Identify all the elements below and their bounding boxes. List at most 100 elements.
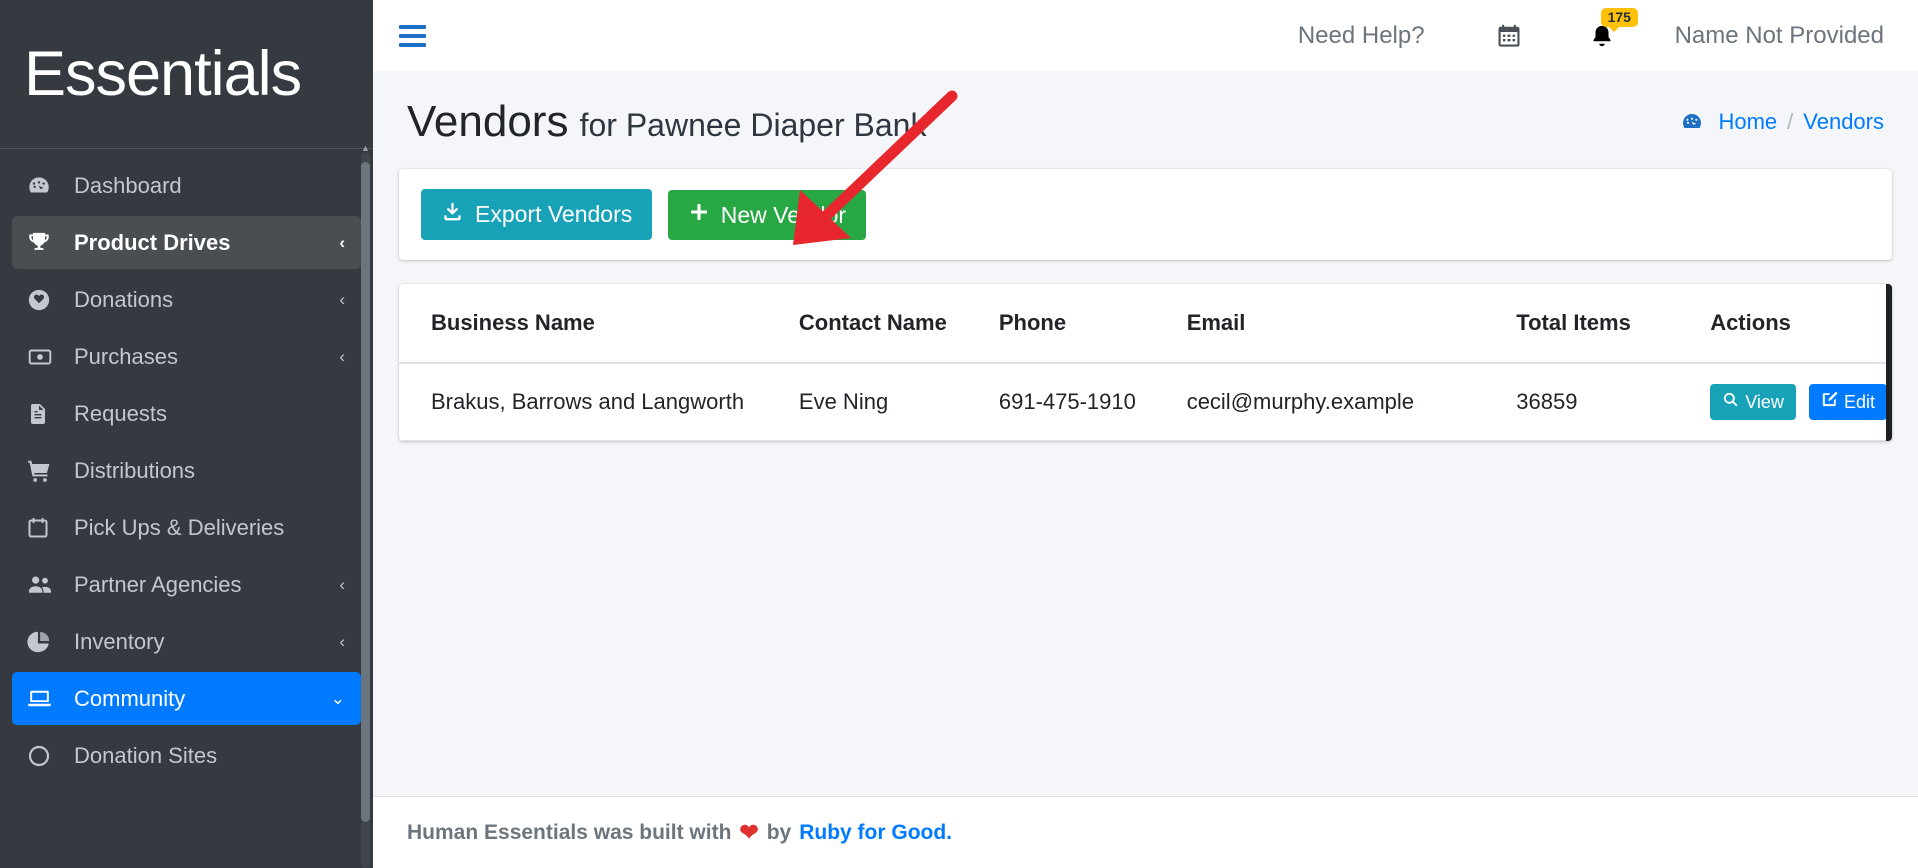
column-header-contact-name[interactable]: Contact Name — [798, 284, 999, 364]
footer-by: by — [766, 820, 792, 844]
table-header-row: Business Name Contact Name Phone Email T… — [399, 284, 1892, 364]
app-root: Essentials Dashboard Product Drives ‹ Do… — [0, 0, 1918, 868]
page-footer: Human Essentials was built with ❤ by Rub… — [373, 796, 1918, 868]
sidebar-item-requests[interactable]: Requests — [12, 387, 361, 440]
cell-phone: 691-475-1910 — [998, 363, 1187, 441]
sidebar-item-purchases[interactable]: Purchases ‹ — [12, 330, 361, 383]
user-name-menu[interactable]: Name Not Provided — [1675, 22, 1884, 50]
chevron-down-icon: ⌄ — [330, 688, 345, 708]
notification-count-badge: 175 — [1600, 7, 1638, 33]
sidebar-item-distributions[interactable]: Distributions — [12, 444, 361, 497]
table-row: Brakus, Barrows and Langworth Eve Ning 6… — [399, 363, 1892, 441]
content-header: Vendors for Pawnee Diaper Bank Home / Ve… — [373, 71, 1918, 169]
sidebar: Essentials Dashboard Product Drives ‹ Do… — [0, 0, 373, 868]
export-vendors-label: Export Vendors — [475, 201, 633, 227]
chevron-left-icon: ‹ — [339, 574, 345, 594]
chevron-left-icon: ‹ — [339, 631, 345, 651]
top-navbar: Need Help? 175 Name Not Provided — [373, 0, 1918, 71]
table-body: Brakus, Barrows and Langworth Eve Ning 6… — [399, 363, 1892, 441]
breadcrumb: Home / Vendors — [1680, 109, 1884, 135]
main-area: Need Help? 175 Name Not Provided Vendors… — [373, 0, 1918, 868]
new-vendor-label: New Vendor — [720, 201, 847, 228]
sidebar-item-community[interactable]: Community ⌄ — [12, 672, 361, 725]
shopping-cart-icon — [26, 458, 60, 484]
circle-icon — [26, 743, 60, 769]
cell-email: cecil@murphy.example — [1186, 363, 1517, 441]
sidebar-item-label: Requests — [74, 400, 167, 426]
sidebar-item-label: Pick Ups & Deliveries — [74, 514, 285, 540]
vendors-table: Business Name Contact Name Phone Email T… — [399, 284, 1892, 441]
new-vendor-button[interactable]: New Vendor — [667, 190, 867, 240]
sidebar-item-label: Product Drives — [74, 229, 231, 255]
page-title-suffix: for Pawnee Diaper Bank — [579, 107, 927, 143]
topbar-right-group: Need Help? 175 Name Not Provided — [1298, 7, 1884, 50]
notifications-bell-icon[interactable]: 175 — [1589, 7, 1638, 50]
sidebar-item-donation-sites[interactable]: Donation Sites — [12, 729, 361, 782]
money-bill-icon — [26, 344, 60, 370]
breadcrumb-separator: / — [1787, 109, 1794, 134]
hamburger-menu-icon[interactable] — [399, 24, 426, 47]
cell-total-items: 36859 — [1516, 363, 1711, 441]
page-title-primary: Vendors — [407, 97, 569, 146]
sidebar-item-pickups-deliveries[interactable]: Pick Ups & Deliveries — [12, 501, 361, 554]
footer-text: Human Essentials was built with — [407, 820, 732, 844]
pencil-square-icon — [1821, 391, 1838, 413]
file-lines-icon — [26, 401, 60, 427]
chevron-left-icon: ‹ — [339, 346, 345, 366]
sidebar-scrollbar-thumb[interactable] — [361, 162, 370, 822]
heart-icon: ❤ — [739, 819, 759, 845]
column-header-business-name[interactable]: Business Name — [399, 284, 799, 364]
chevron-left-icon: ‹ — [339, 232, 345, 252]
view-button[interactable]: View — [1710, 384, 1796, 420]
calendar-icon — [26, 515, 60, 541]
sidebar-nav: Dashboard Product Drives ‹ Donations ‹ P… — [0, 149, 373, 782]
brand-logo[interactable]: Essentials — [0, 0, 373, 149]
chart-pie-icon — [26, 629, 60, 655]
cell-actions: View Edit — [1710, 363, 1892, 441]
breadcrumb-home[interactable]: Home — [1718, 109, 1777, 135]
ruby-for-good-link[interactable]: Ruby for Good. — [799, 821, 952, 845]
sidebar-item-label: Inventory — [74, 628, 165, 654]
sidebar-item-label: Distributions — [74, 457, 196, 483]
scroll-up-arrow-icon[interactable]: ▲ — [361, 144, 370, 153]
vendors-table-card: Business Name Contact Name Phone Email T… — [399, 284, 1892, 441]
actions-card: Export Vendors New Vendor — [399, 169, 1892, 260]
edit-button[interactable]: Edit — [1809, 384, 1888, 420]
sidebar-item-dashboard[interactable]: Dashboard — [12, 159, 361, 212]
chevron-left-icon: ‹ — [339, 289, 345, 309]
laptop-icon — [26, 686, 60, 712]
edit-label: Edit — [1844, 391, 1876, 412]
table-scrollbar[interactable] — [1886, 284, 1892, 441]
column-header-actions: Actions — [1710, 284, 1892, 364]
sidebar-item-label: Donations — [74, 286, 174, 312]
cell-business-name: Brakus, Barrows and Langworth — [399, 363, 799, 441]
sidebar-item-label: Community — [74, 685, 186, 711]
sidebar-item-inventory[interactable]: Inventory ‹ — [12, 615, 361, 668]
users-icon — [26, 572, 60, 598]
sidebar-item-product-drives[interactable]: Product Drives ‹ — [12, 216, 361, 269]
sidebar-item-label: Donation Sites — [74, 742, 218, 768]
heart-circle-icon — [26, 287, 60, 313]
sidebar-item-donations[interactable]: Donations ‹ — [12, 273, 361, 326]
plus-icon — [688, 201, 710, 229]
export-vendors-button[interactable]: Export Vendors — [421, 189, 653, 240]
magnifier-icon — [1722, 391, 1739, 413]
calendar-icon[interactable] — [1495, 22, 1523, 50]
tachometer-icon — [26, 173, 60, 199]
column-header-total-items[interactable]: Total Items — [1516, 284, 1711, 364]
sidebar-item-partner-agencies[interactable]: Partner Agencies ‹ — [12, 558, 361, 611]
need-help-link[interactable]: Need Help? — [1298, 22, 1425, 50]
column-header-phone[interactable]: Phone — [998, 284, 1187, 364]
sidebar-item-label: Dashboard — [74, 172, 182, 198]
breadcrumb-current[interactable]: Vendors — [1803, 109, 1884, 135]
cell-contact-name: Eve Ning — [798, 363, 999, 441]
sidebar-item-label: Purchases — [74, 343, 178, 369]
brand-name: Essentials — [24, 38, 302, 109]
sidebar-item-label: Partner Agencies — [74, 571, 242, 597]
page-title: Vendors for Pawnee Diaper Bank — [407, 97, 926, 147]
tachometer-icon — [1680, 110, 1704, 134]
column-header-email[interactable]: Email — [1186, 284, 1517, 364]
table-head: Business Name Contact Name Phone Email T… — [399, 284, 1892, 364]
sidebar-scrollbar[interactable]: ▲ — [361, 144, 370, 868]
download-icon — [441, 200, 464, 229]
